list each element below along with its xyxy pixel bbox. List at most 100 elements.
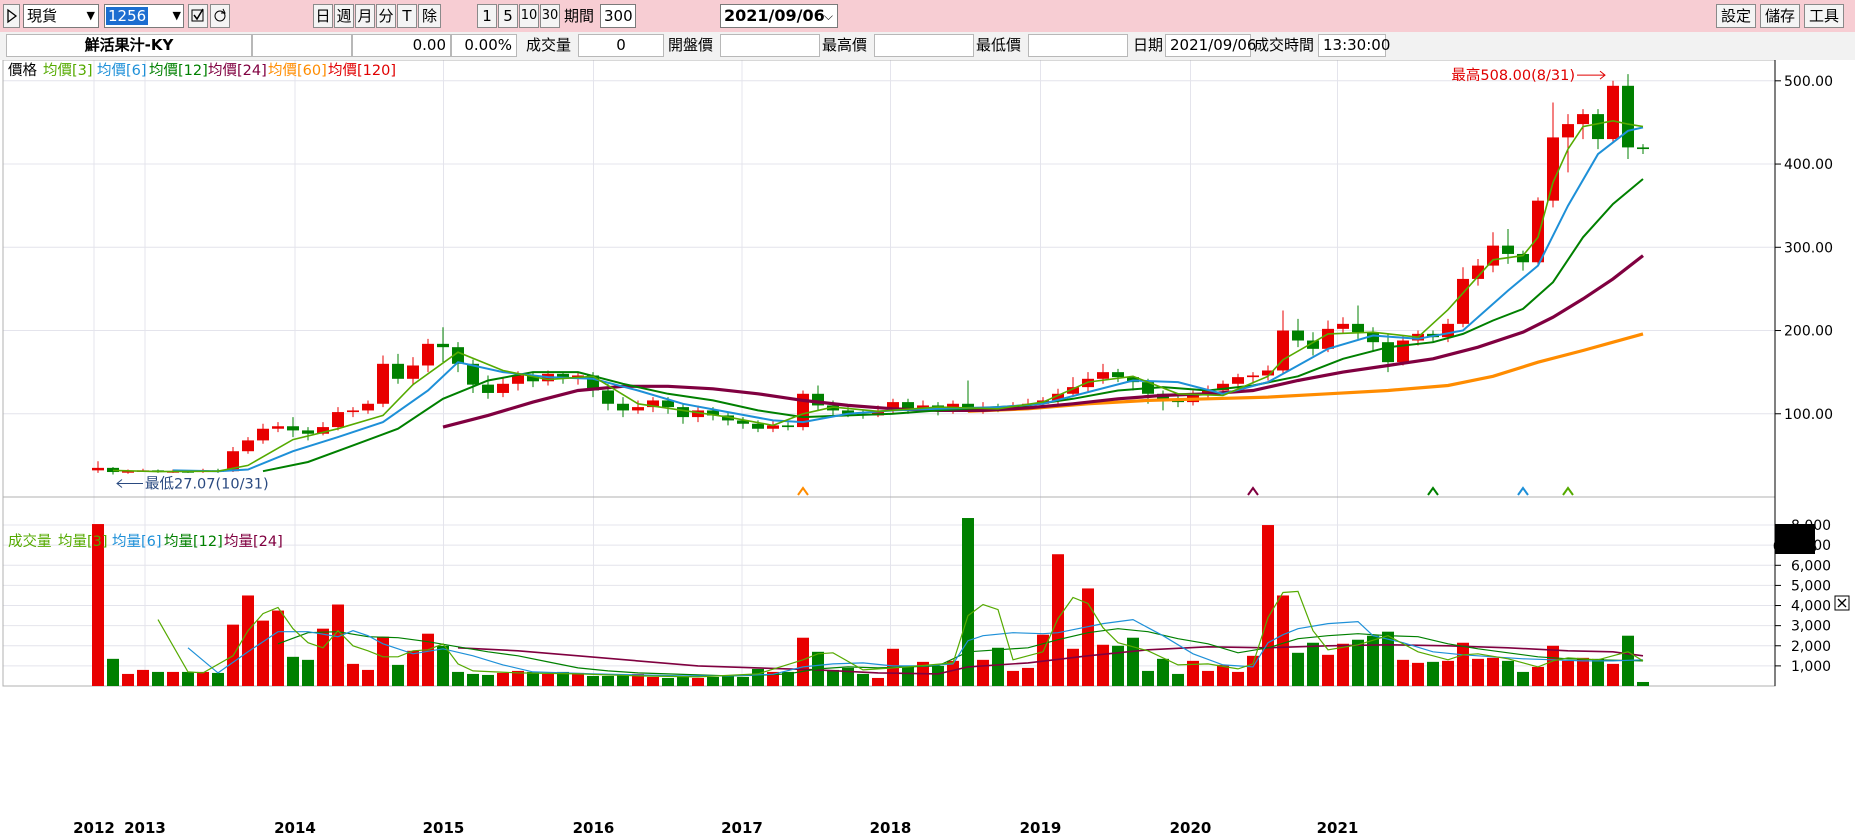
period-tick-button[interactable]: T: [397, 4, 417, 28]
interval-1-button[interactable]: 1: [477, 4, 497, 28]
candle-body: [1592, 114, 1604, 140]
candle-body: [392, 363, 404, 379]
price-legend-item: 價格: [8, 62, 37, 79]
play-icon[interactable]: [3, 4, 20, 28]
ma12-line: [262, 178, 1644, 473]
candle-body: [377, 363, 389, 404]
volume-bar: [737, 676, 749, 686]
volume-bar: [827, 669, 839, 686]
date-label: 日期: [1133, 36, 1164, 54]
year-label: 2016: [573, 819, 615, 837]
candle-body: [422, 343, 434, 366]
interval-30-button[interactable]: 30: [540, 4, 560, 28]
volume-bar: [872, 677, 884, 686]
stock-name: 鮮活果汁-KY: [6, 34, 252, 57]
volume-bar: [347, 663, 359, 686]
year-label: 2020: [1170, 819, 1212, 837]
interval-10-button[interactable]: 10: [519, 4, 539, 28]
play-icon-glyph: [7, 8, 18, 24]
high-label: 最高價: [822, 36, 868, 54]
volume-bar: [707, 676, 719, 686]
volume-bar: [197, 671, 209, 686]
signal-marker: [1247, 486, 1259, 496]
settings-button[interactable]: 設定: [1716, 4, 1756, 28]
year-label: 2017: [721, 819, 763, 837]
volume-bar: [1502, 660, 1514, 686]
volume-bar: [602, 675, 614, 686]
volume-bar: [1202, 670, 1214, 686]
volume-bar: [137, 669, 149, 686]
volume-bar: [1337, 643, 1349, 686]
volume-bar: [857, 673, 869, 686]
quote-info-bar: 鮮活果汁-KY 0.00 0.00% 成交量 0 開盤價 最高價 最低價 日期 …: [0, 32, 1855, 60]
candle-body: [632, 407, 644, 411]
volume-bar: [1307, 642, 1319, 686]
period-label: 期間: [564, 7, 595, 25]
signal-marker: [1517, 486, 1529, 496]
refresh-icon[interactable]: [210, 4, 230, 28]
volume-bar: [902, 665, 914, 686]
interval-5-button[interactable]: 5: [498, 4, 518, 28]
volume-legend-item: 均量[3]: [58, 533, 108, 550]
stock-code-input[interactable]: 1256 ▼: [104, 4, 184, 28]
candle-body: [1562, 124, 1574, 138]
volume-bar: [437, 645, 449, 686]
period-day-button[interactable]: 日: [313, 4, 333, 28]
checkbox-icon[interactable]: [188, 4, 208, 28]
volume-bar: [647, 676, 659, 686]
volume-bar: [962, 518, 974, 686]
candle-body: [497, 383, 509, 393]
chevron-down-icon: ▼: [86, 9, 95, 22]
period-minute-button[interactable]: 分: [376, 4, 396, 28]
candle-body: [1577, 114, 1589, 125]
volume-bar: [617, 674, 629, 686]
year-label: 2013: [124, 819, 166, 837]
volume-bar: [257, 620, 269, 686]
high-arrow: [1577, 70, 1606, 80]
candle-body: [1457, 278, 1469, 324]
chart-axes: 100.00 200.00 300.00 400.00 500.00 1,000 2,000…: [73, 60, 1833, 837]
volume-bar: [1487, 657, 1499, 686]
low-label: 最低價: [976, 36, 1022, 54]
tools-button[interactable]: 工具: [1804, 4, 1844, 28]
year-label: 2014: [274, 819, 316, 837]
candle-body: [1352, 323, 1364, 333]
save-button[interactable]: 儲存: [1760, 4, 1800, 28]
exright-button[interactable]: 除: [418, 4, 441, 28]
volume-bar: [1472, 658, 1484, 686]
volume-bar: [1262, 525, 1274, 686]
volume-bar: [392, 664, 404, 686]
candle-body: [1292, 330, 1304, 341]
period-week-button[interactable]: 週: [334, 4, 354, 28]
candle-body: [407, 365, 419, 379]
candle-body: [362, 403, 374, 411]
chart-frames: [2, 60, 1776, 687]
volume-bars: [92, 518, 1649, 686]
period-input[interactable]: 300: [600, 4, 636, 28]
volume-bar: [497, 672, 509, 686]
volume-bar: [122, 673, 134, 686]
candle-body: [1097, 372, 1109, 379]
candle-body: [782, 425, 794, 428]
candle-body: [287, 426, 299, 431]
candle-body: [602, 390, 614, 404]
candle-body: [92, 467, 104, 471]
candle-body: [1547, 137, 1559, 201]
volume-legend-item: 成交量: [8, 532, 52, 550]
price-legend-item: 均價[6]: [97, 62, 147, 79]
volume-bar: [722, 675, 734, 686]
chart-grid: [3, 60, 1775, 686]
candle-body: [1232, 377, 1244, 384]
market-select[interactable]: 現貨 ▼: [23, 4, 99, 28]
date-picker[interactable]: 2021/09/06 ⌵: [720, 4, 838, 28]
price-legend-item: 均價[24]: [208, 62, 267, 79]
price-legend-item: 均價[12]: [149, 62, 208, 79]
candle-body: [332, 412, 344, 428]
volume-bar: [1517, 671, 1529, 686]
refresh-icon-glyph: [214, 8, 226, 22]
volume-bar: [1442, 660, 1454, 686]
period-month-button[interactable]: 月: [355, 4, 375, 28]
volume-bar: [1457, 642, 1469, 686]
volume-tick-label: 4,000: [1791, 599, 1831, 615]
close-icon[interactable]: [1834, 595, 1850, 611]
